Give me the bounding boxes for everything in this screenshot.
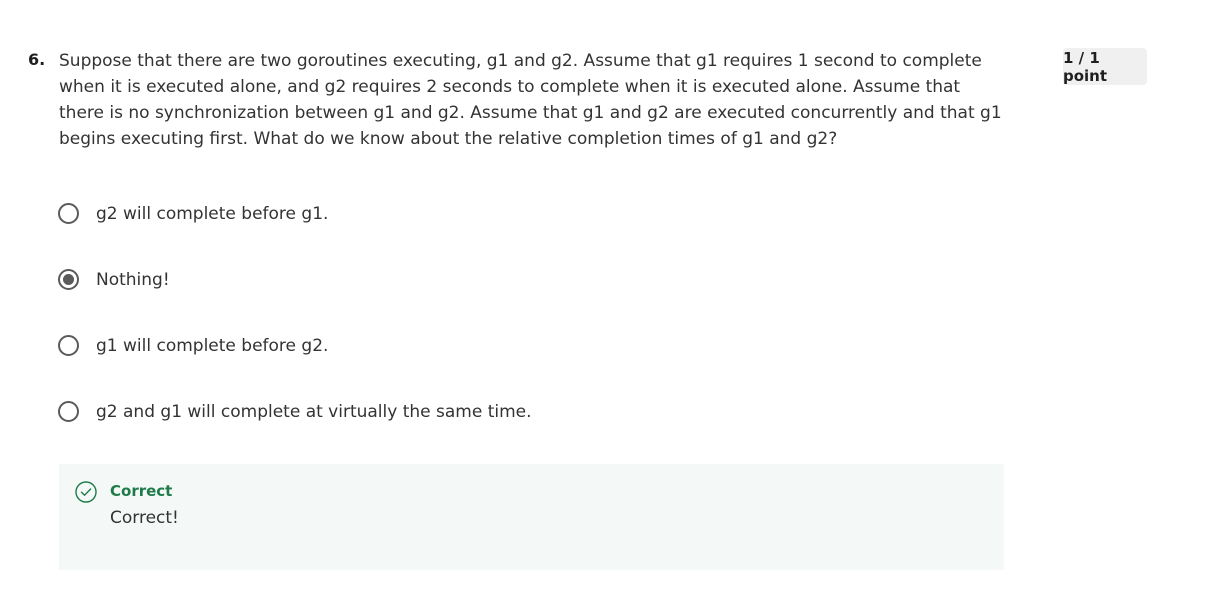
answer-option-label: g2 and g1 will complete at virtually the… [96,401,532,422]
answer-option[interactable]: g1 will complete before g2. [58,328,998,363]
answer-option[interactable]: g2 will complete before g1. [58,196,998,231]
answer-options: g2 will complete before g1. Nothing! g1 … [58,196,998,429]
answer-option[interactable]: g2 and g1 will complete at virtually the… [58,394,998,429]
radio-button[interactable] [58,401,79,422]
radio-button-selected[interactable] [58,269,79,290]
question-text: Suppose that there are two goroutines ex… [59,51,1002,149]
feedback-status: Correct [110,482,173,500]
answer-option-label: g1 will complete before g2. [96,335,329,356]
points-badge: 1 / 1 point [1063,48,1147,85]
question-number: 6. [28,50,46,69]
feedback-message: Correct! [110,508,179,528]
radio-button[interactable] [58,203,79,224]
answer-option[interactable]: Nothing! [58,262,998,297]
answer-option-label: Nothing! [96,269,170,290]
answer-option-label: g2 will complete before g1. [96,203,329,224]
radio-selected-dot [63,274,74,285]
check-circle-icon [75,481,97,503]
radio-button[interactable] [58,335,79,356]
feedback-panel: Correct Correct! [59,464,1004,570]
